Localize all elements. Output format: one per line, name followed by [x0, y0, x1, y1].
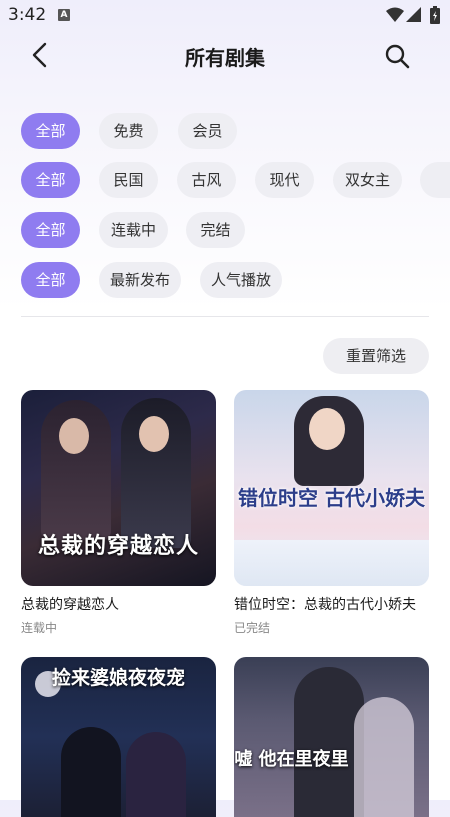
divider: [21, 316, 429, 317]
filter-chip-latest[interactable]: 最新发布: [99, 262, 181, 298]
drama-status: 已完结: [234, 621, 271, 635]
filter-chip-modern[interactable]: 现代: [255, 162, 314, 198]
drama-status: 连载中: [21, 621, 58, 635]
cover-title-art: 嘘 他在里夜里: [234, 749, 349, 770]
drama-card[interactable]: 捡来婆娘夜夜宠: [21, 657, 216, 817]
filter-chip-all[interactable]: 全部: [21, 262, 80, 298]
drama-cover: 捡来婆娘夜夜宠: [21, 657, 216, 817]
filter-chip-ancient[interactable]: 古风: [177, 162, 236, 198]
battery-icon: [430, 6, 440, 24]
drama-cover: 错位时空 古代小娇夫: [234, 390, 429, 586]
signal-icon: [406, 7, 421, 22]
filter-chip-free[interactable]: 免费: [99, 113, 158, 149]
cover-title-art: 总裁的穿越恋人: [37, 534, 199, 559]
cover-title-art: 错位时空 古代小娇夫: [238, 486, 425, 510]
app-bar: 所有剧集: [0, 30, 450, 80]
drama-cover: 嘘 他在里夜里: [234, 657, 429, 817]
search-icon[interactable]: [383, 42, 411, 70]
filter-chip-republic[interactable]: 民国: [99, 162, 158, 198]
filter-chip-more[interactable]: [420, 162, 450, 198]
drama-card[interactable]: 错位时空 古代小娇夫 错位时空：总裁的古代小娇夫 已完结: [234, 390, 429, 636]
drama-card[interactable]: 嘘 他在里夜里: [234, 657, 429, 817]
filter-chip-popular[interactable]: 人气播放: [200, 262, 282, 298]
status-bar: 3:42 A: [0, 0, 450, 30]
filter-chip-all[interactable]: 全部: [21, 212, 80, 248]
filter-chip-all[interactable]: 全部: [21, 113, 80, 149]
drama-title: 总裁的穿越恋人: [21, 597, 119, 613]
reset-filter-button[interactable]: 重置筛选: [323, 338, 429, 374]
filter-chip-completed[interactable]: 完结: [186, 212, 245, 248]
filter-chip-dual-heroine[interactable]: 双女主: [333, 162, 402, 198]
filter-chip-member[interactable]: 会员: [178, 113, 237, 149]
wifi-icon: [386, 7, 404, 22]
filter-chip-ongoing[interactable]: 连载中: [99, 212, 168, 248]
drama-card[interactable]: 总裁的穿越恋人 总裁的穿越恋人 连载中: [21, 390, 216, 636]
drama-cover: 总裁的穿越恋人: [21, 390, 216, 586]
drama-title: 错位时空：总裁的古代小娇夫: [234, 597, 416, 613]
filter-chip-all[interactable]: 全部: [21, 162, 80, 198]
status-time: 3:42: [8, 5, 47, 25]
notification-icon: A: [58, 9, 70, 21]
cover-title-art: 捡来婆娘夜夜宠: [51, 667, 185, 689]
